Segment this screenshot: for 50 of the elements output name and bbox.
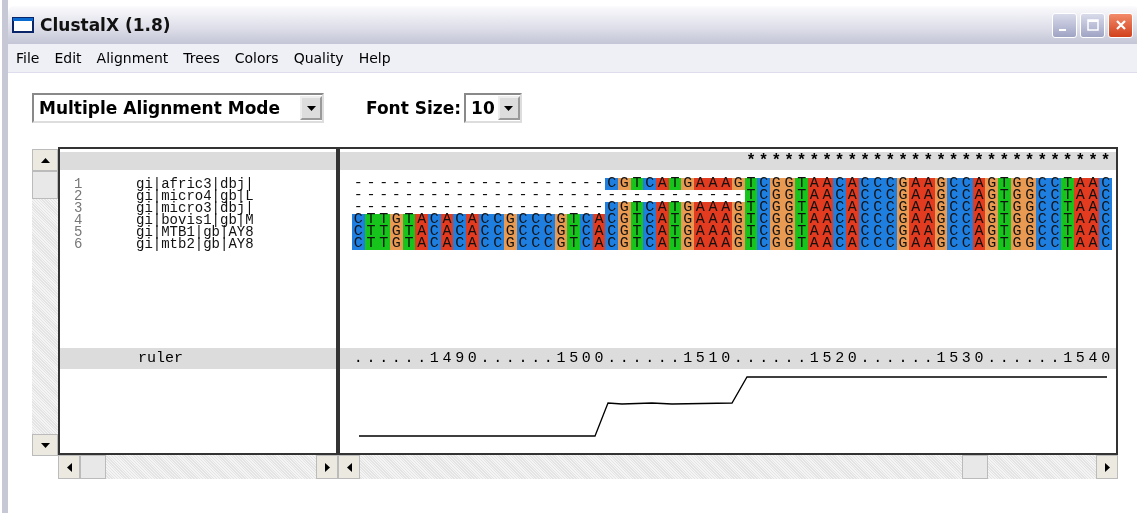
menu-item[interactable]: Edit [54, 50, 82, 66]
close-button[interactable] [1108, 12, 1133, 38]
maximize-button[interactable] [1080, 12, 1105, 38]
scroll-right-button[interactable] [1096, 455, 1118, 479]
sequence-number: 5 [73, 226, 84, 238]
sequence-name[interactable]: gi|mtb2|gb|AY8 [136, 238, 254, 250]
horizontal-scrollbar[interactable] [58, 455, 338, 479]
sequence-name[interactable]: gi|MTB1|gb|AY8 [136, 226, 254, 238]
scroll-thumb[interactable] [80, 455, 106, 479]
scroll-down-button[interactable] [32, 434, 58, 456]
mode-dropdown[interactable]: Multiple Alignment Mode [32, 93, 324, 123]
close-icon [1114, 19, 1127, 31]
horizontal-scrollbar[interactable] [338, 455, 1118, 479]
scroll-up-button[interactable] [32, 149, 58, 171]
vertical-scrollbar[interactable] [32, 149, 58, 456]
sequence-name[interactable]: gi|afric3|dbj| [136, 178, 254, 190]
sequence-number: 4 [73, 214, 84, 226]
sequence-name[interactable]: gi|bovis1|gb|M [136, 214, 254, 226]
menu-item[interactable]: File [16, 50, 40, 66]
minimize-button[interactable] [1052, 12, 1077, 38]
sequence-name[interactable]: gi|micro4|gb|L [136, 190, 254, 202]
left-arrow-icon [66, 462, 72, 472]
sequence-name[interactable]: gi|micro3|dbj| [136, 202, 254, 214]
right-arrow-icon [324, 462, 330, 472]
window-title: ClustalX (1.8) [40, 15, 171, 35]
sequence-number: 3 [73, 202, 84, 214]
sequence-number: 2 [73, 190, 84, 202]
scroll-thumb[interactable] [961, 455, 988, 479]
left-arrow-icon [346, 462, 352, 472]
menu-item[interactable]: Alignment [96, 50, 169, 66]
maximize-icon [1086, 19, 1099, 31]
up-arrow-icon [40, 157, 50, 163]
scroll-right-button[interactable] [316, 455, 338, 479]
menu-item[interactable]: Colors [234, 50, 279, 66]
menu-item[interactable]: Help [358, 50, 391, 66]
scroll-left-button[interactable] [58, 455, 80, 479]
menu-item[interactable]: Trees [183, 50, 220, 66]
conservation-line: ***************************** [745, 152, 1112, 170]
window-icon [12, 17, 34, 33]
minimize-icon [1059, 29, 1066, 31]
font-size-label: Font Size: [366, 98, 462, 118]
scroll-left-button[interactable] [338, 455, 360, 479]
sequence-number: 1 [73, 178, 84, 190]
font-size-dropdown[interactable]: 10 [464, 93, 522, 123]
menu-item[interactable]: Quality [293, 50, 344, 66]
down-arrow-icon [40, 442, 50, 448]
ruler-label: ruler [137, 350, 183, 367]
sequence-number: 6 [73, 238, 84, 250]
scroll-thumb[interactable] [32, 171, 58, 199]
right-arrow-icon [1104, 462, 1110, 472]
